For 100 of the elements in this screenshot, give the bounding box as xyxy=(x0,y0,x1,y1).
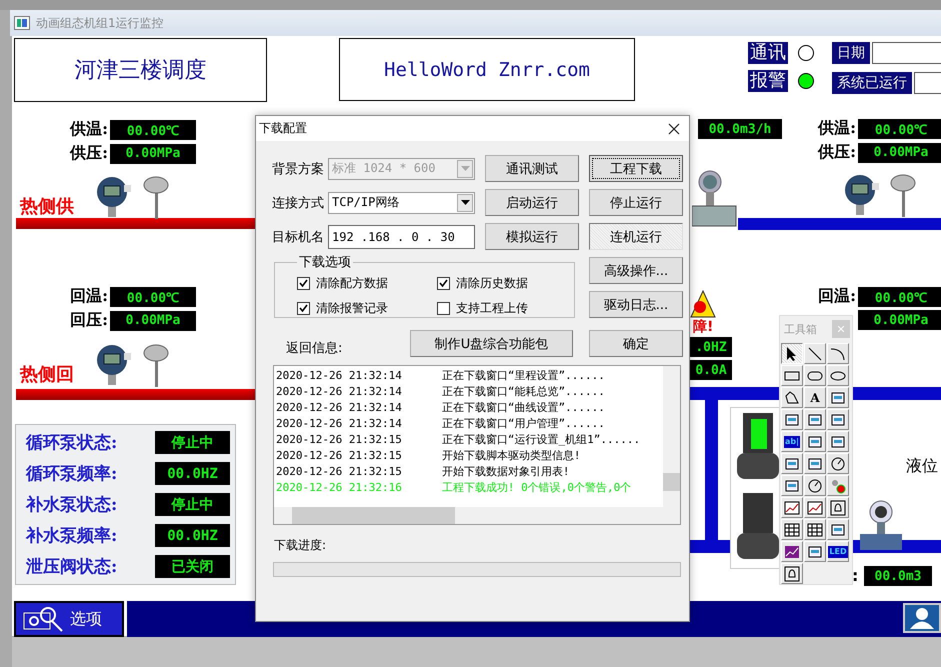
toolbox-title: 工具箱 xyxy=(784,322,817,336)
package-button[interactable]: 制作U盘综合功能包 xyxy=(410,330,573,357)
log-line: 2020-12-26 21:32:16 工程下载成功! 0个错误,0个警告,0个 xyxy=(276,480,632,496)
tool-button[interactable] xyxy=(781,343,803,364)
group-title: 下载选项 xyxy=(298,254,352,271)
check-icon xyxy=(439,279,448,288)
checkbox[interactable] xyxy=(297,277,310,290)
lamp-tool-icon xyxy=(830,478,846,494)
polygon-tool-icon xyxy=(784,390,800,406)
status-value: 停止中 xyxy=(155,493,230,516)
gauge-tool-icon xyxy=(807,478,823,494)
status-value: 00.0HZ xyxy=(155,524,230,547)
reading-value: 00.00℃ xyxy=(858,286,941,306)
reading-value: 0.00MPa xyxy=(858,310,941,330)
app-icon xyxy=(14,16,30,30)
line-tool-icon xyxy=(807,346,823,362)
station-title: 河津三楼调度 xyxy=(74,57,206,85)
log-line: 2020-12-26 21:32:14 正在下载窗口“用户管理”...... xyxy=(276,416,606,432)
alarm-text: 障! xyxy=(693,318,714,336)
checkbox[interactable] xyxy=(437,302,450,315)
tool-button[interactable]: A xyxy=(804,387,826,408)
site-name: HelloWord Znrr.com xyxy=(384,58,590,80)
bell-tool-icon xyxy=(784,566,800,582)
log-line: 2020-12-26 21:32:15 开始下载数据对象引用表! xyxy=(276,464,570,480)
reading-value: 0.00MPa xyxy=(110,310,196,330)
dialog-button[interactable]: 高级操作... xyxy=(589,257,683,284)
bell-tool-icon xyxy=(830,500,846,516)
log-label: 返回信息: xyxy=(286,340,344,357)
log-line: 2020-12-26 21:32:15 开始下载脚本驱动类型信息! xyxy=(276,448,582,464)
trend-tool-icon xyxy=(784,500,800,516)
current-value: 0.0A xyxy=(690,360,732,380)
reading-label: 供压: xyxy=(816,142,856,163)
level-value: 00.0m3 xyxy=(864,566,932,586)
dialog-button[interactable]: 驱动日志... xyxy=(589,291,683,318)
ok-button[interactable]: 确定 xyxy=(589,330,683,357)
option-checkbox[interactable]: 清除配方数据 xyxy=(297,275,437,292)
dialog-button[interactable]: 停止运行 xyxy=(589,189,683,216)
status-label: 补水泵频率: xyxy=(26,525,118,547)
dropdown-field[interactable]: TCP/IP网络 xyxy=(328,192,475,214)
horizontal-scrollbar[interactable] xyxy=(274,507,680,524)
flow-value: 00.0m3/h xyxy=(698,119,782,139)
tool-button[interactable]: LED xyxy=(827,541,849,562)
dialog-title: 下载配置 xyxy=(259,120,307,137)
user-icon xyxy=(907,606,937,630)
indicator-label: 通讯 xyxy=(748,42,788,64)
option-checkbox[interactable]: 支持工程上传 xyxy=(437,300,567,317)
arc-tool-icon xyxy=(830,346,846,362)
option-checkbox[interactable]: 清除历史数据 xyxy=(437,275,567,292)
trend-tool-icon xyxy=(807,500,823,516)
check-icon xyxy=(299,304,308,313)
reading-value: 00.00℃ xyxy=(858,118,941,138)
tool-button[interactable]: ab| xyxy=(781,431,803,452)
status-label: 补水泵状态: xyxy=(26,494,118,516)
log-line: 2020-12-26 21:32:14 正在下载窗口“能耗总览”...... xyxy=(276,384,606,400)
reading-value: 0.00MPa xyxy=(110,144,196,164)
option-checkbox[interactable]: 清除报警记录 xyxy=(297,300,437,317)
indicator-label: 报警 xyxy=(748,70,788,92)
log-line: 2020-12-26 21:32:15 正在下载窗口“运行设置_机组1”...... xyxy=(276,432,642,448)
reading-value: 00.00℃ xyxy=(110,120,196,140)
field-label: 背景方案 xyxy=(272,160,324,178)
checkbox[interactable] xyxy=(437,277,450,290)
status-value: 已关闭 xyxy=(155,555,230,578)
reading-label: 供压: xyxy=(68,143,108,164)
dialog-button[interactable]: 通讯测试 xyxy=(485,155,579,182)
reading-label: 供温: xyxy=(816,118,856,139)
pipe-label: 热侧供 xyxy=(20,195,74,218)
reading-label: 回温: xyxy=(817,286,856,307)
vertical-scrollbar[interactable] xyxy=(663,366,680,507)
dialog-button[interactable]: 连机运行 xyxy=(589,223,683,250)
reading-label: 回温: xyxy=(69,286,108,307)
options-button[interactable]: 选项 xyxy=(14,601,124,637)
info-label: 系统已运行 xyxy=(832,72,912,94)
status-label: 泄压阀状态: xyxy=(26,556,118,578)
close-icon xyxy=(838,326,844,332)
ip-address-field[interactable]: 192 .168 . 0 . 30 xyxy=(328,224,475,248)
field-label: 连接方式 xyxy=(272,194,324,212)
progress-label: 下载进度: xyxy=(273,537,328,554)
user-button[interactable] xyxy=(903,603,941,633)
window-title: 动画组态机组1运行监控 xyxy=(36,14,164,32)
warning-icon xyxy=(690,290,716,318)
pipe-label: 热侧回 xyxy=(20,363,74,386)
reading-label: 回压: xyxy=(69,310,108,331)
dial-tool-icon xyxy=(830,456,846,472)
chart-tool-icon xyxy=(784,544,800,560)
checkbox[interactable] xyxy=(297,302,310,315)
close-icon xyxy=(668,122,680,134)
status-label: 循环泵频率: xyxy=(26,463,118,485)
dialog-button[interactable]: 启动运行 xyxy=(485,189,579,216)
info-label: 日期 xyxy=(832,42,870,64)
dialog-button[interactable]: 工程下载 xyxy=(589,155,683,182)
check-icon xyxy=(299,279,308,288)
dropdown-icon xyxy=(460,200,470,205)
level-label: 液位 xyxy=(906,456,938,477)
reading-value: 00.00℃ xyxy=(110,286,196,306)
level-colon: : xyxy=(852,566,858,585)
dialog-button[interactable]: 模拟运行 xyxy=(485,223,579,250)
field-label: 目标机名 xyxy=(272,228,324,246)
reading-value: 0.00MPa xyxy=(858,142,941,162)
dropdown-icon xyxy=(460,166,470,171)
frequency-value: .0HZ xyxy=(690,337,732,357)
